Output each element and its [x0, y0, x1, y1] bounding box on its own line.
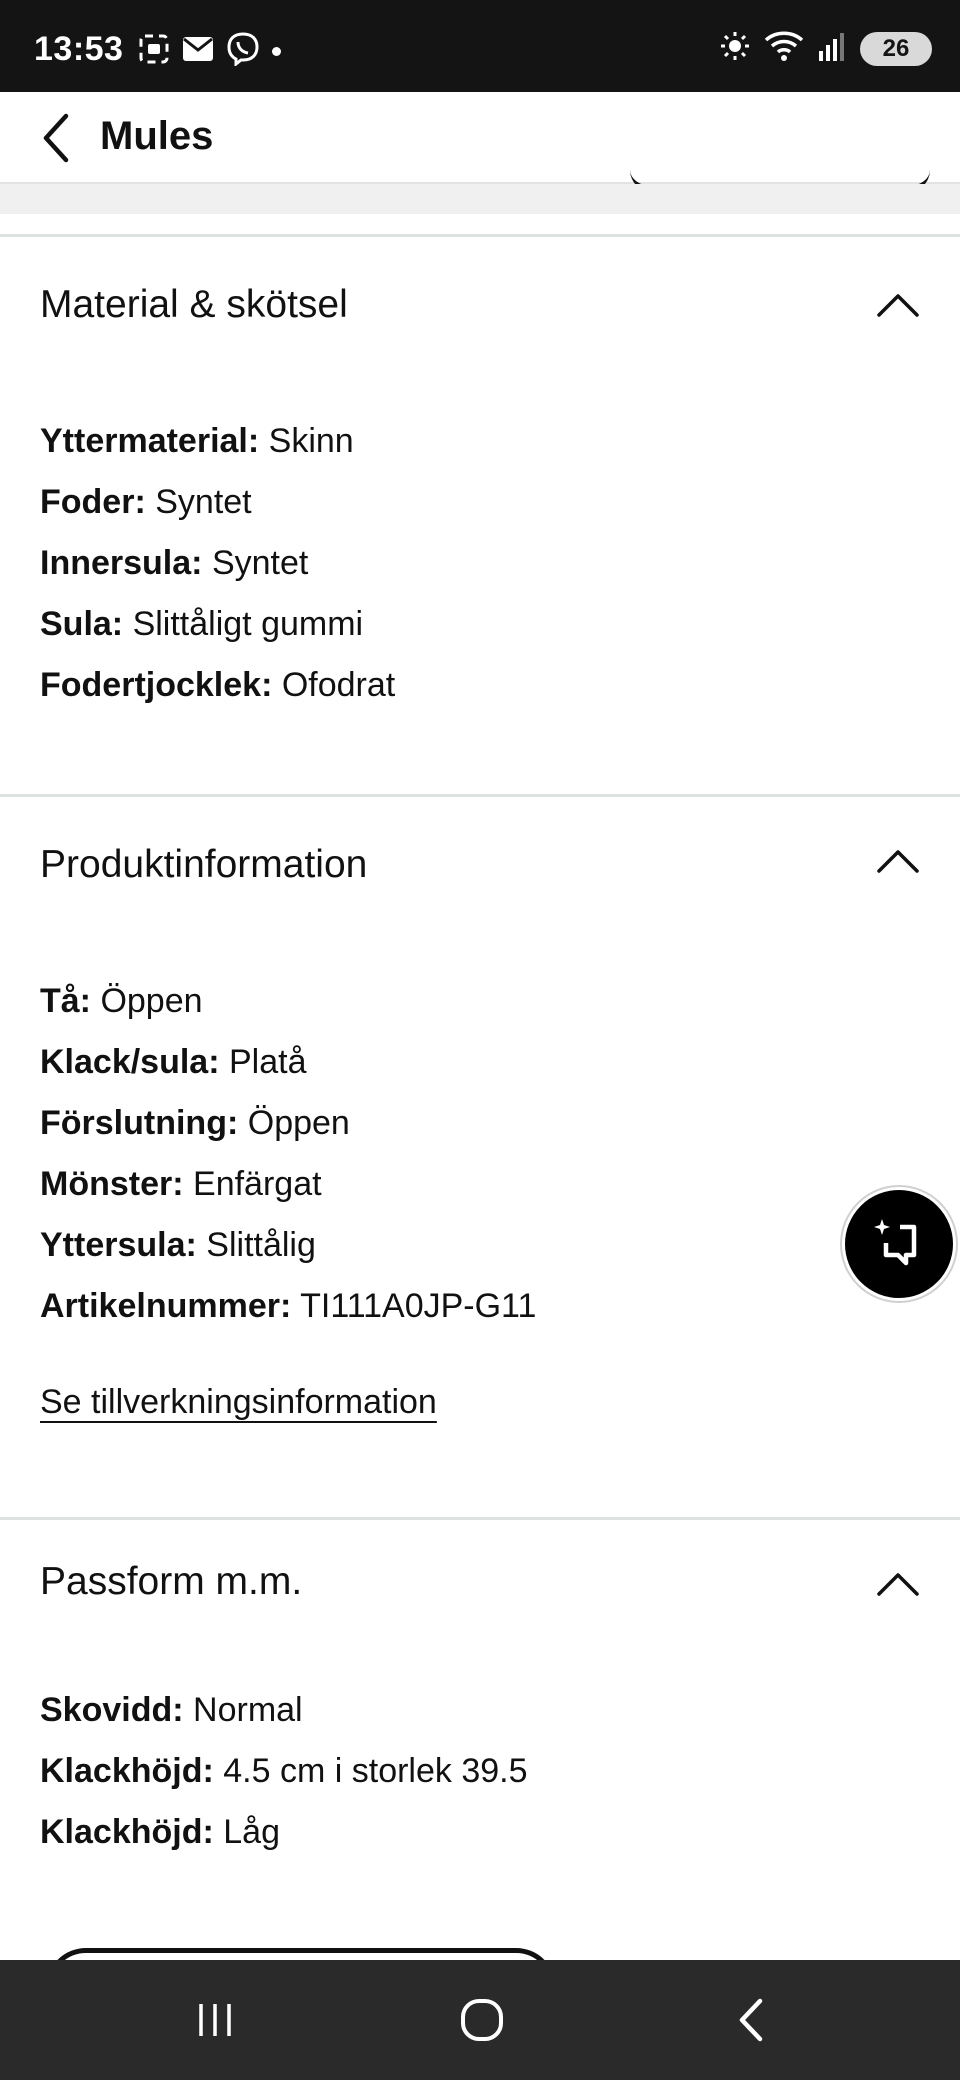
page-title: Mules	[100, 114, 214, 158]
fit-spec-list: Skovidd: Normal Klackhöjd: 4.5 cm i stor…	[40, 1690, 528, 1873]
list-item: Tå: Öppen	[40, 982, 203, 1020]
list-item: Klackhöjd: 4.5 cm i storlek 39.5	[40, 1752, 528, 1790]
signal-icon	[818, 31, 846, 66]
chevron-left-icon	[43, 113, 69, 163]
chevron-up-icon[interactable]	[876, 291, 920, 319]
list-item: Sula: Slittåligt gummi	[40, 605, 364, 643]
ai-assistant-button[interactable]	[842, 1187, 956, 1301]
back-icon	[739, 1998, 763, 2042]
recent-apps-icon	[199, 2004, 231, 2036]
material-spec-list: Yttermaterial: Skinn Foder: Syntet Inner…	[40, 421, 395, 726]
status-time: 13:53	[34, 30, 124, 68]
viber-icon	[226, 32, 260, 71]
back-button[interactable]	[28, 106, 84, 170]
list-item: Innersula: Syntet	[40, 544, 309, 582]
brightness-icon	[720, 31, 750, 66]
status-bar: 13:53 26	[0, 0, 960, 92]
list-item: Yttermaterial: Skinn	[40, 422, 354, 460]
battery-indicator: 26	[860, 31, 932, 66]
material-section: Material & skötsel Yttermaterial: Skinn …	[0, 234, 960, 794]
chevron-up-icon[interactable]	[876, 1570, 920, 1598]
screenshot-icon	[138, 33, 170, 70]
list-item: Foder: Syntet	[40, 483, 252, 521]
sparkle-chat-icon	[874, 1219, 917, 1266]
chevron-up-icon[interactable]	[876, 847, 920, 875]
status-system-icons: 26	[720, 30, 932, 67]
list-item: Skovidd: Normal	[40, 1691, 303, 1729]
mail-icon	[182, 36, 214, 67]
list-item: Yttersula: Slittålig	[40, 1226, 316, 1264]
system-back-button[interactable]	[716, 1990, 786, 2050]
recent-apps-button[interactable]	[180, 1990, 250, 2050]
section-divider-strip	[0, 184, 960, 214]
list-item: Mönster: Enfärgat	[40, 1165, 322, 1203]
list-item: Klack/sula: Platå	[40, 1043, 307, 1081]
product-section-title[interactable]: Produktinformation	[40, 843, 367, 887]
system-navigation-bar	[0, 1960, 960, 2080]
material-section-title[interactable]: Material & skötsel	[40, 283, 348, 327]
fit-section: Passform m.m. Skovidd: Normal Klackhöjd:…	[0, 1517, 960, 1960]
list-item: Förslutning: Öppen	[40, 1104, 350, 1142]
list-item: Fodertjocklek: Ofodrat	[40, 666, 396, 704]
manufacturing-info-link[interactable]: Se tillverkningsinformation	[40, 1383, 437, 1422]
home-icon	[461, 1999, 503, 2041]
fit-section-title[interactable]: Passform m.m.	[40, 1560, 302, 1604]
list-item: Klackhöjd: Låg	[40, 1813, 280, 1851]
more-notifications-dot	[272, 47, 281, 56]
home-button[interactable]	[447, 1990, 517, 2050]
wifi-icon	[764, 30, 804, 67]
product-section: Produktinformation Tå: Öppen Klack/sula:…	[0, 794, 960, 1517]
status-notification-icons	[138, 32, 281, 71]
product-spec-list: Tå: Öppen Klack/sula: Platå Förslutning:…	[40, 981, 536, 1347]
list-item: Artikelnummer: TI111A0JP-G11	[40, 1287, 537, 1325]
